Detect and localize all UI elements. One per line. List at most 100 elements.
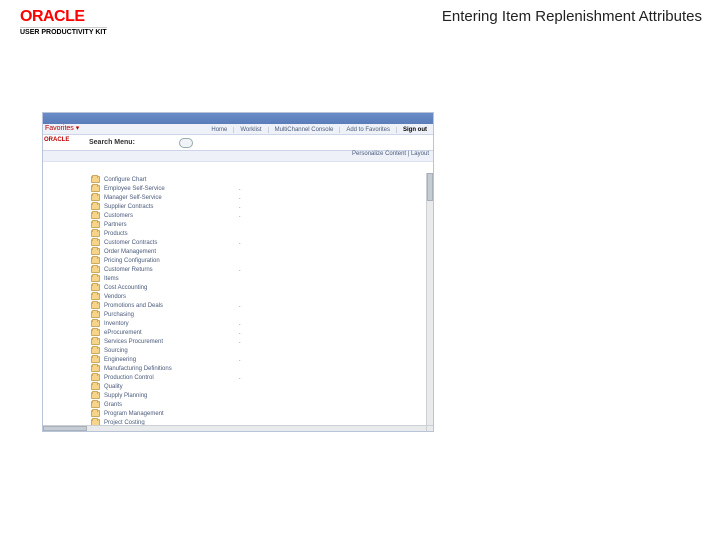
menu-item-label: Manager Self-Service [104, 195, 162, 201]
menu-item-label: Services Procurement [104, 339, 163, 345]
folder-icon [91, 392, 100, 399]
nav-mcc[interactable]: MultiChannel Console [269, 127, 341, 133]
folder-icon [91, 221, 100, 228]
menu-item[interactable]: Customer Contracts. [91, 238, 433, 247]
oracle-small-logo: ORACLE [44, 137, 69, 143]
menu-item-label: Manufacturing Definitions [104, 366, 172, 372]
oracle-subtitle: USER PRODUCTIVITY KIT [20, 27, 107, 36]
menu-item-label: Customer Returns [104, 267, 153, 273]
horizontal-scrollbar-thumb[interactable] [43, 426, 87, 431]
nav-signout[interactable]: Sign out [397, 127, 433, 133]
menu-item[interactable]: Customers. [91, 211, 433, 220]
folder-icon [91, 203, 100, 210]
header-bar: ORACLE USER PRODUCTIVITY KIT Entering It… [0, 0, 720, 36]
folder-icon [91, 356, 100, 363]
folder-icon [91, 383, 100, 390]
menu-item[interactable]: Sourcing [91, 346, 433, 355]
search-row: ORACLE Search Menu: [43, 135, 433, 151]
menu-item[interactable]: Products [91, 229, 433, 238]
menu-item-label: Partners [104, 222, 127, 228]
folder-icon [91, 212, 100, 219]
menu-item-indicator: . [239, 321, 241, 327]
vertical-scrollbar[interactable] [426, 173, 433, 425]
menu-item[interactable]: Employee Self-Service. [91, 184, 433, 193]
folder-icon [91, 374, 100, 381]
menu-item-label: Vendors [104, 294, 126, 300]
folder-icon [91, 239, 100, 246]
folder-icon [91, 257, 100, 264]
menu-item-label: Sourcing [104, 348, 128, 354]
menu-item[interactable]: Manufacturing Definitions [91, 364, 433, 373]
menu-item-indicator: . [239, 240, 241, 246]
folder-icon [91, 248, 100, 255]
scrollbar-corner [426, 425, 433, 431]
folder-icon [91, 347, 100, 354]
menu-item-indicator: . [239, 357, 241, 363]
menu-item-indicator: . [239, 213, 241, 219]
app-titlebar [43, 113, 433, 124]
menu-item[interactable]: Configure Chart [91, 175, 433, 184]
menu-item-label: Items [104, 276, 119, 282]
search-go-button[interactable] [179, 138, 193, 148]
menu-item[interactable]: Vendors [91, 292, 433, 301]
horizontal-scrollbar[interactable] [43, 425, 426, 431]
folder-icon [91, 185, 100, 192]
favorites-cell[interactable]: Favorites ▾ [43, 124, 87, 134]
menu-item[interactable]: Partners [91, 220, 433, 229]
menu-item-label: eProcurement [104, 330, 142, 336]
menu-item-label: Production Control [104, 375, 154, 381]
menu-item[interactable]: Customer Returns. [91, 265, 433, 274]
menu-item[interactable]: Pricing Configuration [91, 256, 433, 265]
menu-item[interactable]: Production Control. [91, 373, 433, 382]
menu-item[interactable]: Inventory. [91, 319, 433, 328]
menu-item[interactable]: Supply Planning [91, 391, 433, 400]
menu-item[interactable]: Engineering. [91, 355, 433, 364]
menu-area: Configure ChartEmployee Self-Service.Man… [43, 173, 433, 431]
menu-item-label: Customer Contracts [104, 240, 157, 246]
app-window: Favorites ▾ Home Worklist MultiChannel C… [42, 112, 434, 432]
menu-item-label: Products [104, 231, 128, 237]
menu-item-label: Customers [104, 213, 133, 219]
folder-icon [91, 293, 100, 300]
menu-item[interactable]: Order Management [91, 247, 433, 256]
menu-item[interactable]: Quality [91, 382, 433, 391]
menu-item[interactable]: Services Procurement. [91, 337, 433, 346]
menu-item-label: Employee Self-Service [104, 186, 165, 192]
folder-icon [91, 401, 100, 408]
menu-item-indicator: . [239, 303, 241, 309]
menu-item[interactable]: Purchasing [91, 310, 433, 319]
top-nav: Home Worklist MultiChannel Console Add t… [205, 124, 433, 135]
menu-item-label: Quality [104, 384, 123, 390]
vertical-scrollbar-thumb[interactable] [427, 173, 433, 201]
personalize-link[interactable]: Personalize Content | Layout [352, 151, 429, 157]
menu-item[interactable]: Supplier Contracts. [91, 202, 433, 211]
menu-list: Configure ChartEmployee Self-Service.Man… [43, 173, 433, 427]
page-title: Entering Item Replenishment Attributes [442, 8, 712, 25]
oracle-logo: ORACLE [20, 8, 107, 26]
menu-item-label: Grants [104, 402, 122, 408]
folder-icon [91, 320, 100, 327]
menu-item-label: Engineering [104, 357, 136, 363]
menu-item-label: Program Management [104, 411, 164, 417]
menu-item-indicator: . [239, 330, 241, 336]
nav-fav[interactable]: Add to Favorites [340, 127, 397, 133]
menu-item-label: Supply Planning [104, 393, 147, 399]
menu-item-indicator: . [239, 375, 241, 381]
menu-item[interactable]: Promotions and Deals. [91, 301, 433, 310]
menu-item[interactable]: Items [91, 274, 433, 283]
menu-item[interactable]: Cost Accounting [91, 283, 433, 292]
menu-item[interactable]: eProcurement. [91, 328, 433, 337]
menu-item-indicator: . [239, 204, 241, 210]
menu-item-label: Cost Accounting [104, 285, 147, 291]
folder-icon [91, 311, 100, 318]
menu-item-label: Supplier Contracts [104, 204, 153, 210]
menu-item-indicator: . [239, 186, 241, 192]
menu-item[interactable]: Grants [91, 400, 433, 409]
folder-icon [91, 230, 100, 237]
menu-item-indicator: . [239, 339, 241, 345]
menu-item[interactable]: Program Management [91, 409, 433, 418]
menu-item[interactable]: Manager Self-Service. [91, 193, 433, 202]
nav-worklist[interactable]: Worklist [234, 127, 268, 133]
nav-home[interactable]: Home [205, 127, 234, 133]
folder-icon [91, 338, 100, 345]
